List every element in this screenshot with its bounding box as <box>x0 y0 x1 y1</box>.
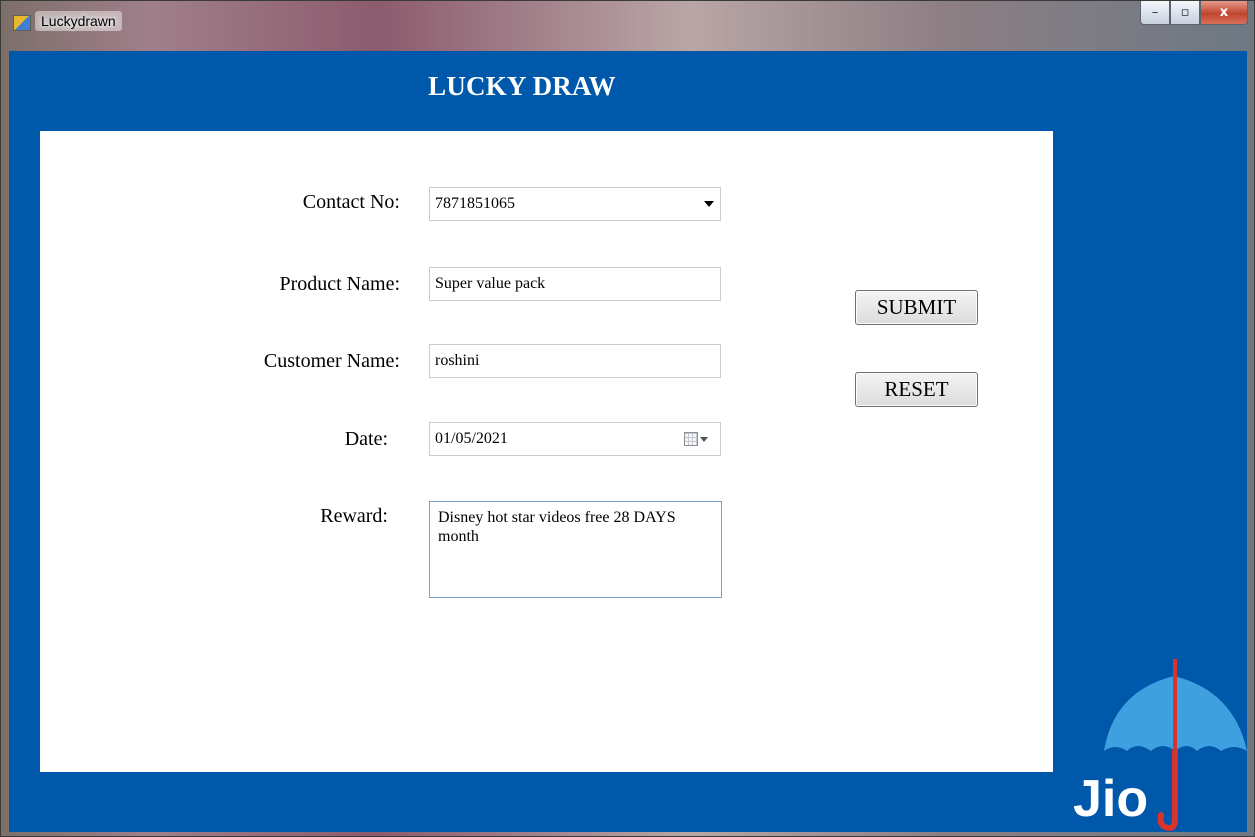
calendar-icon <box>684 432 698 446</box>
chevron-down-icon[interactable] <box>704 201 714 207</box>
title-bar[interactable]: Luckydrawn – ▫ x <box>1 1 1255 45</box>
minimize-button[interactable]: – <box>1140 1 1170 25</box>
client-area: LUCKY DRAW Contact No: 7871851065 Produc… <box>9 51 1247 832</box>
chevron-down-icon <box>700 436 708 442</box>
contact-label: Contact No: <box>302 191 400 213</box>
contact-value: 7871851065 <box>435 195 515 212</box>
window-controls: – ▫ x <box>1140 1 1248 29</box>
window-title: Luckydrawn <box>35 11 122 31</box>
customer-name-input[interactable]: roshini <box>429 344 721 378</box>
form-panel: Contact No: 7871851065 Product Name: Sup… <box>40 131 1053 772</box>
application-window: Luckydrawn – ▫ x LUCKY DRAW Contact No: … <box>0 0 1255 837</box>
maximize-button[interactable]: ▫ <box>1170 1 1200 25</box>
date-picker[interactable]: 01/05/2021 <box>429 422 721 456</box>
contact-combobox[interactable]: 7871851065 <box>429 187 721 221</box>
jio-logo-text: Jio <box>1073 770 1148 828</box>
calendar-dropdown[interactable] <box>684 432 708 446</box>
submit-button[interactable]: SUBMIT <box>855 290 978 325</box>
jio-logo: Jio <box>1073 659 1247 831</box>
form-heading: LUCKY DRAW <box>428 71 616 101</box>
product-name-input[interactable]: Super value pack <box>429 267 721 301</box>
reset-button[interactable]: RESET <box>855 372 978 407</box>
product-name-label: Product Name: <box>279 273 400 295</box>
date-value: 01/05/2021 <box>435 430 508 447</box>
close-button[interactable]: x <box>1200 1 1248 25</box>
date-label: Date: <box>344 428 388 450</box>
customer-name-label: Customer Name: <box>263 350 400 372</box>
app-icon <box>13 15 31 31</box>
reward-label: Reward: <box>320 505 388 527</box>
reward-textarea[interactable]: Disney hot star videos free 28 DAYS mont… <box>429 501 722 598</box>
